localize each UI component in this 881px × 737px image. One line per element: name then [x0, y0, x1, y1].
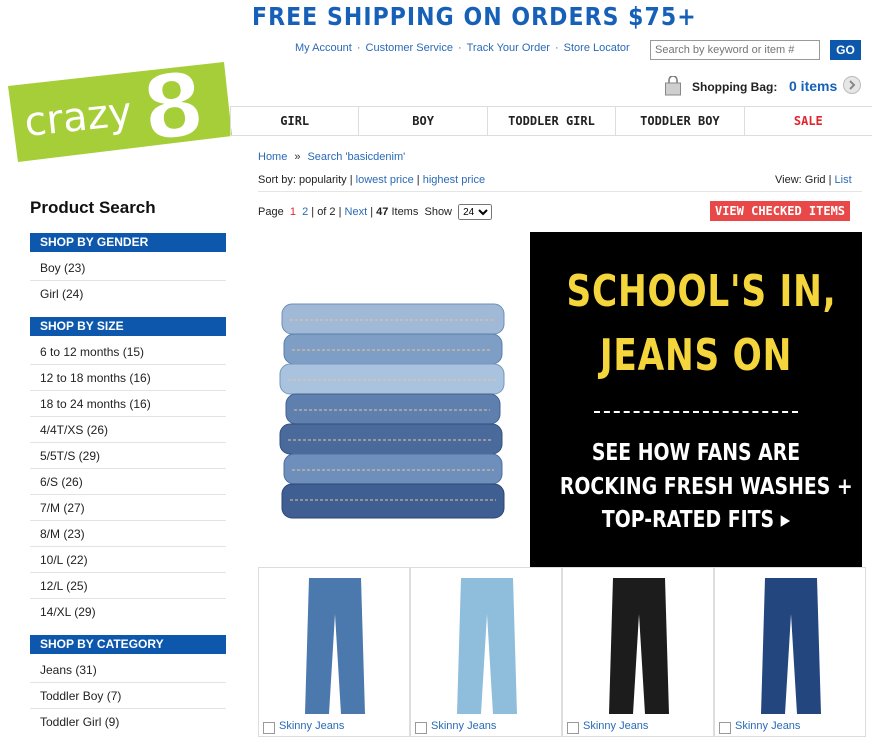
facet-item-category[interactable]: Toddler Boy (7) — [30, 683, 226, 709]
banner-subtext-1: SEE HOW FANS ARE — [591, 440, 801, 466]
page-2-link[interactable]: 2 — [302, 206, 308, 218]
facet-item-category[interactable]: Toddler Girl (9) — [30, 709, 226, 735]
product-search-title: Product Search — [30, 198, 156, 217]
facet-item-size[interactable]: 10/L (22) — [30, 547, 226, 573]
shopping-bag-icon[interactable] — [664, 76, 682, 96]
next-page-link[interactable]: Next — [345, 206, 368, 218]
my-account-link[interactable]: My Account — [295, 42, 352, 54]
free-shipping-banner: FREE SHIPPING ON ORDERS $75+ — [252, 2, 697, 31]
jeans-image[interactable] — [599, 574, 679, 718]
breadcrumb-search[interactable]: Search 'basicdenim' — [307, 151, 405, 163]
product-tile[interactable]: Skinny Jeans — [258, 567, 410, 737]
banner-headline-2: JEANS ON — [599, 330, 793, 381]
facet-item-size[interactable]: 14/XL (29) — [30, 599, 226, 625]
facet-item-boy[interactable]: Boy (23) — [30, 255, 226, 281]
page-1: 1 — [289, 205, 296, 218]
search-input[interactable] — [650, 40, 820, 60]
view-list-link[interactable]: List — [835, 174, 852, 186]
nav-girl[interactable]: GIRL — [230, 107, 360, 135]
customer-service-link[interactable]: Customer Service — [366, 42, 453, 54]
store-locator-link[interactable]: Store Locator — [564, 42, 630, 54]
product-name-link[interactable]: Skinny Jeans — [735, 720, 800, 732]
shopping-bag-label: Shopping Bag: — [692, 80, 778, 94]
product-name-link[interactable]: Skinny Jeans — [431, 720, 496, 732]
product-name-link[interactable]: Skinny Jeans — [583, 720, 648, 732]
compare-checkbox[interactable] — [415, 722, 427, 734]
nav-boy[interactable]: BOY — [359, 107, 488, 135]
product-tile[interactable]: Skinny Jeans — [562, 567, 714, 737]
items-label: Items — [391, 205, 419, 218]
banner-subtext-3[interactable]: TOP-RATED FITS ▸ — [560, 507, 832, 533]
product-tile[interactable]: Skinny Jeans — [410, 567, 562, 737]
bag-arrow-icon[interactable] — [843, 76, 861, 94]
facet-item-size[interactable]: 12 to 18 months (16) — [30, 365, 226, 391]
product-name-link[interactable]: Skinny Jeans — [279, 720, 344, 732]
crazy8-logo[interactable]: crazy 8 — [6, 58, 236, 168]
divider — [258, 191, 862, 192]
sort-highest-price[interactable]: highest price — [423, 174, 485, 186]
compare-checkbox[interactable] — [719, 722, 731, 734]
pager-label: Page — [258, 205, 284, 218]
sort-bar: Sort by: popularity | lowest price | hig… — [258, 174, 486, 186]
pagination: Page 1 2 | of 2 | Next | 47 Items Show 2… — [258, 204, 493, 220]
facet-item-size[interactable]: 7/M (27) — [30, 495, 226, 521]
breadcrumb: Home » Search 'basicdenim' — [258, 151, 405, 163]
view-toggle: View: Grid | List — [775, 174, 852, 186]
logo-numeral: 8 — [137, 58, 209, 161]
banner-subtext-2: ROCKING FRESH WASHES + — [559, 474, 853, 500]
product-tile[interactable]: Skinny Jeans — [714, 567, 866, 737]
compare-checkbox[interactable] — [263, 722, 275, 734]
breadcrumb-home[interactable]: Home — [258, 151, 287, 163]
jeans-image[interactable] — [751, 574, 831, 718]
show-label: Show — [424, 205, 453, 218]
facet-item-size[interactable]: 12/L (25) — [30, 573, 226, 599]
view-label: View: — [775, 174, 802, 186]
banner-divider — [594, 411, 798, 413]
folded-jeans-stack-image[interactable] — [272, 300, 512, 526]
facet-header-size: SHOP BY SIZE — [30, 317, 226, 336]
sort-lowest-price[interactable]: lowest price — [356, 174, 414, 186]
breadcrumb-separator: » — [294, 151, 301, 163]
nav-toddler-boy[interactable]: TODDLER BOY — [616, 107, 745, 135]
facet-item-size[interactable]: 4/4T/XS (26) — [30, 417, 226, 443]
nav-toddler-girl[interactable]: TODDLER GIRL — [488, 107, 617, 135]
facet-item-size[interactable]: 8/M (23) — [30, 521, 226, 547]
search-go-button[interactable]: GO — [830, 40, 861, 60]
banner-headline-1: SCHOOL'S IN, — [566, 266, 837, 317]
view-checked-items-button[interactable]: VIEW CHECKED ITEMS — [710, 201, 850, 221]
jeans-image[interactable] — [447, 574, 527, 718]
sort-current: popularity — [298, 174, 347, 186]
item-count: 47 — [376, 205, 389, 218]
top-links: My Account · Customer Service · Track Your O… — [295, 42, 630, 54]
page-of: of 2 — [317, 205, 336, 218]
view-grid: Grid — [804, 174, 826, 186]
sort-label: Sort by: — [258, 174, 296, 186]
facet-item-size[interactable]: 6/S (26) — [30, 469, 226, 495]
facet-item-category[interactable]: Jeans (31) — [30, 657, 226, 683]
compare-checkbox[interactable] — [567, 722, 579, 734]
facet-header-gender: SHOP BY GENDER — [30, 233, 226, 252]
nav-sale[interactable]: SALE — [745, 107, 872, 135]
track-order-link[interactable]: Track Your Order — [467, 42, 550, 54]
shopping-bag-count-link[interactable]: 0 items — [789, 78, 837, 94]
facet-item-size[interactable]: 6 to 12 months (15) — [30, 339, 226, 365]
items-per-page-select[interactable]: 24 — [458, 204, 493, 220]
facet-item-girl[interactable]: Girl (24) — [30, 281, 226, 307]
facet-item-size[interactable]: 5/5T/S (29) — [30, 443, 226, 469]
facet-item-size[interactable]: 18 to 24 months (16) — [30, 391, 226, 417]
main-nav: GIRL BOY TODDLER GIRL TODDLER BOY SALE — [230, 106, 872, 136]
facet-header-category: SHOP BY CATEGORY — [30, 635, 226, 654]
jeans-image[interactable] — [295, 574, 375, 718]
